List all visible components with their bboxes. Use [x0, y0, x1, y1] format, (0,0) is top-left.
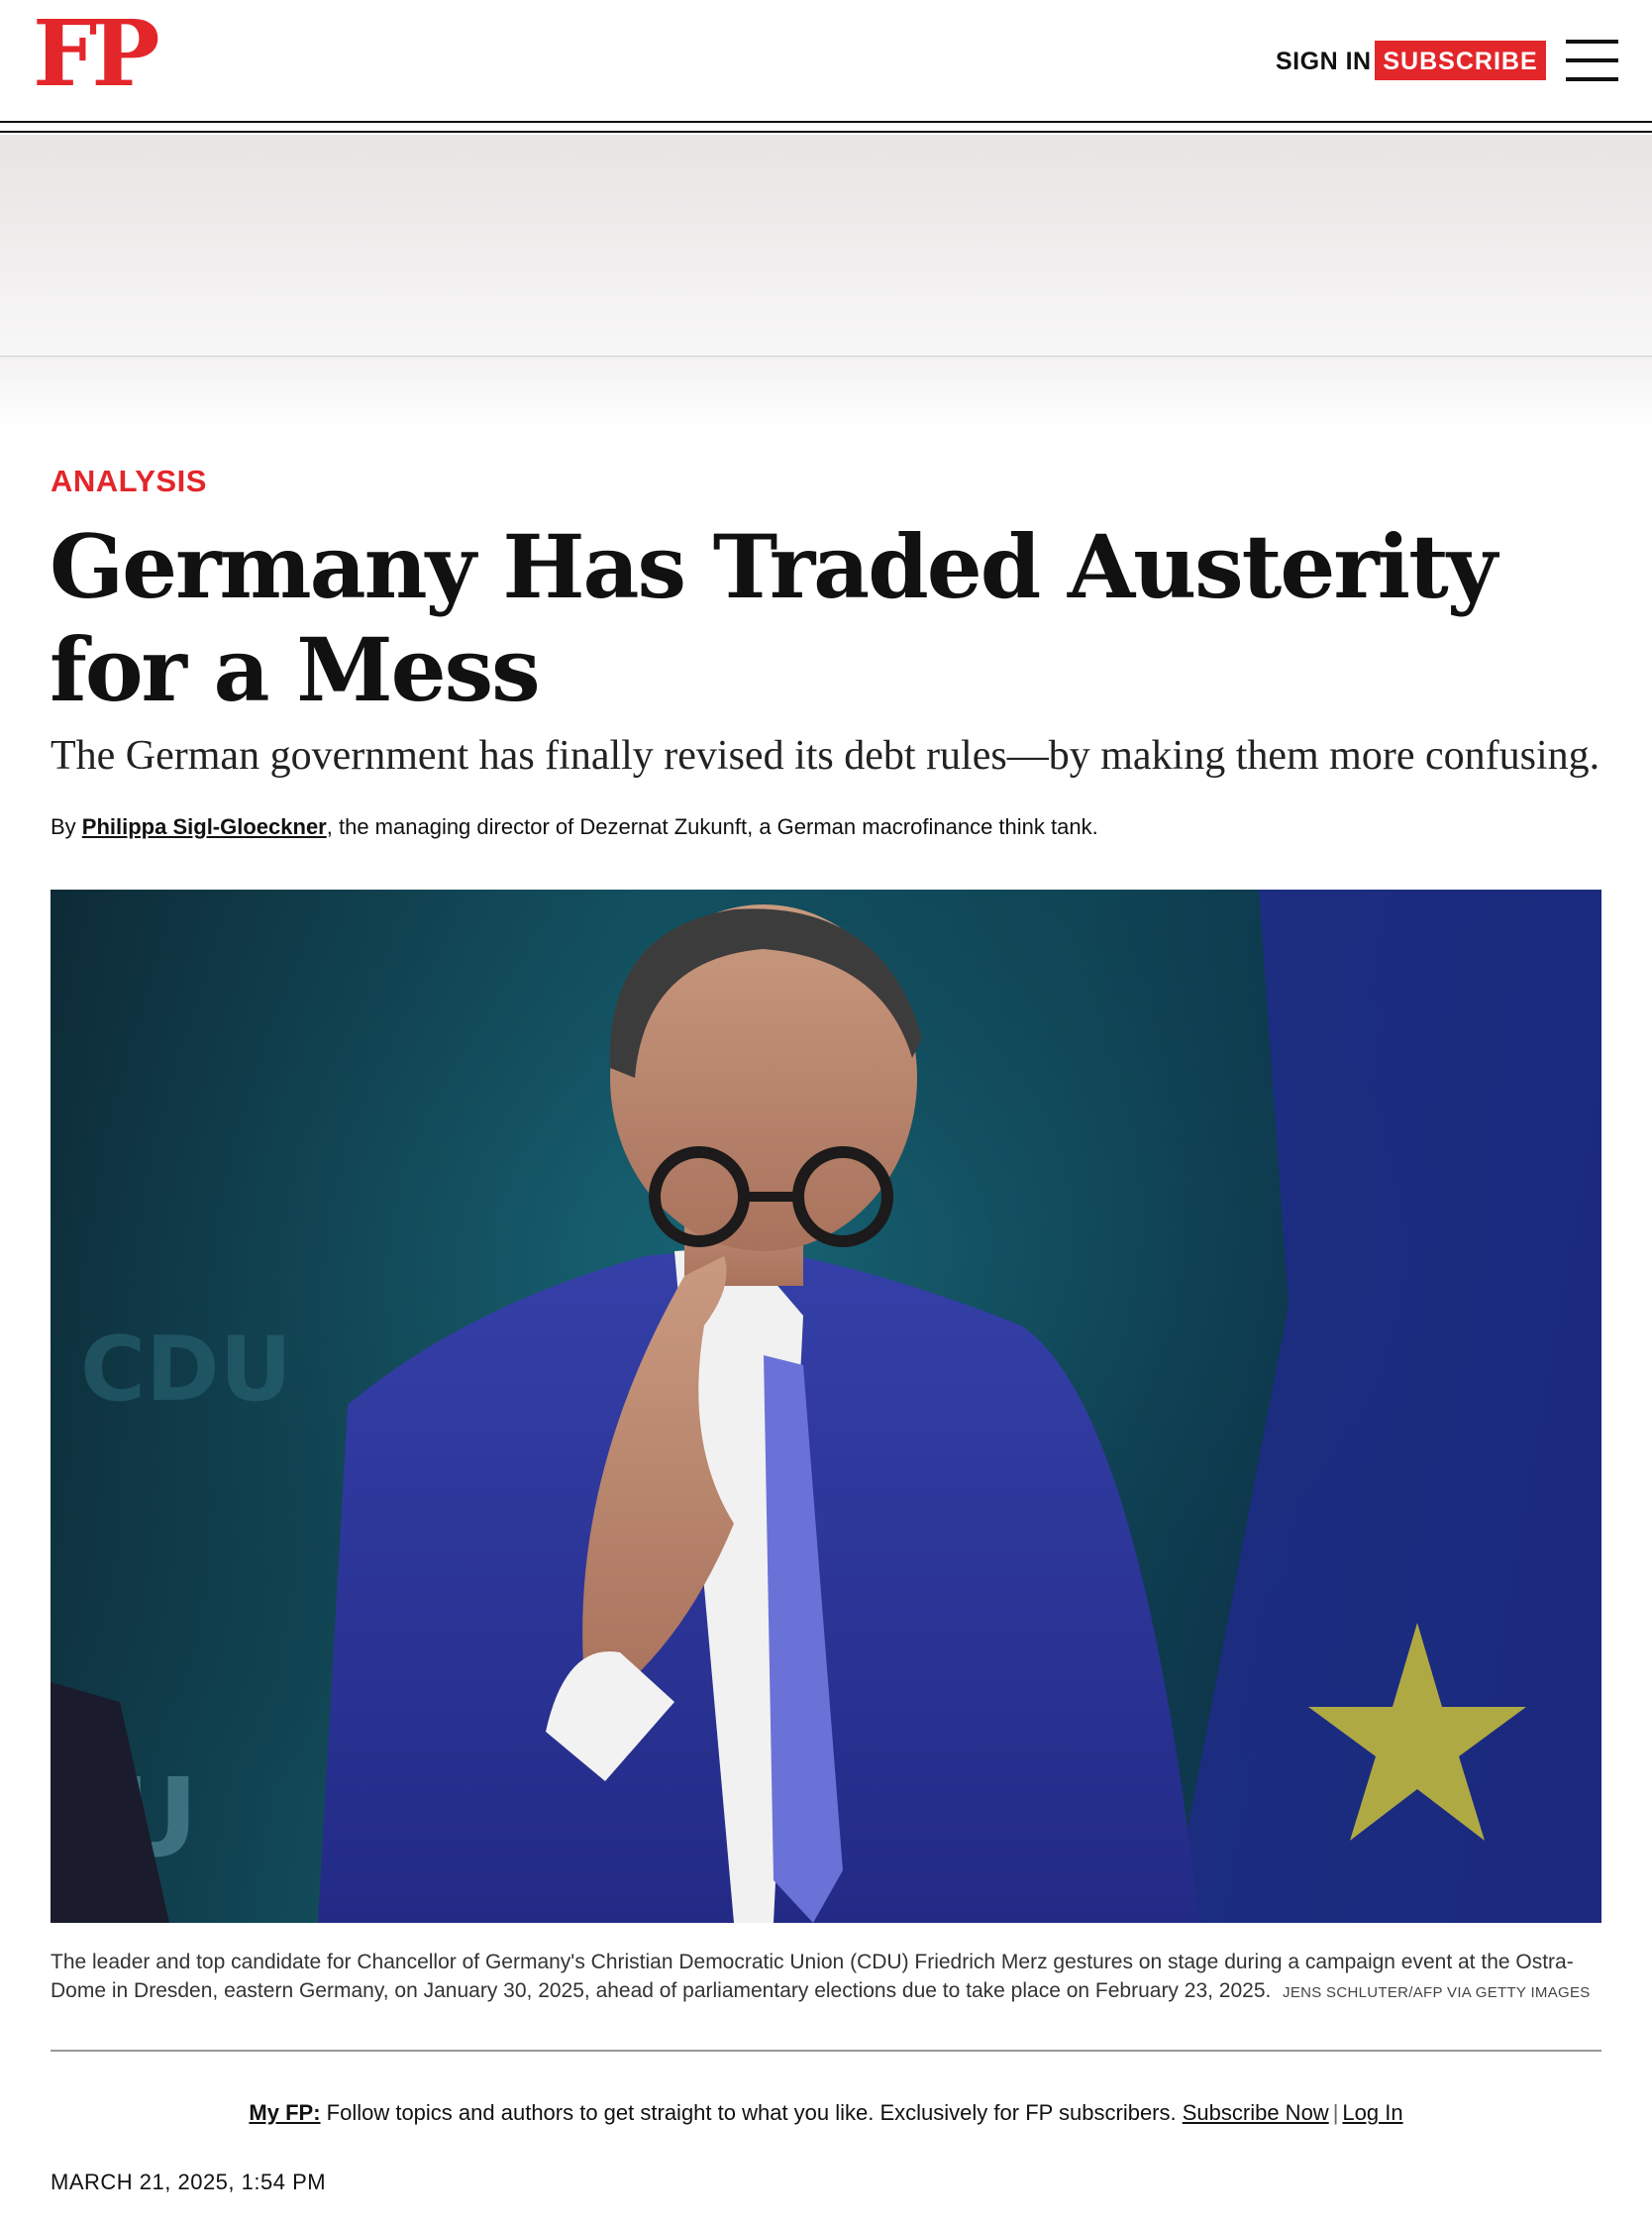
article-headline: Germany Has Traded Austerity for a Mess — [50, 515, 1497, 721]
my-fp-promo: My FP: Follow topics and authors to get … — [0, 2100, 1652, 2126]
article-kicker[interactable]: ANALYSIS — [51, 464, 207, 499]
backdrop-cdu-text: CDU — [80, 1318, 292, 1422]
fp-logo[interactable]: FP — [33, 8, 159, 99]
header-divider-secondary — [0, 131, 1652, 133]
ad-fade — [0, 357, 1652, 428]
my-fp-text: Follow topics and authors to get straigh… — [320, 2100, 1183, 2125]
article-dek: The German government has finally revise… — [51, 733, 1600, 779]
sign-in-link[interactable]: SIGN IN — [1276, 48, 1372, 76]
publish-date: MARCH 21, 2025, 1:54 PM — [51, 2170, 327, 2194]
link-separator: | — [1332, 2100, 1339, 2125]
ad-placeholder — [0, 135, 1652, 357]
subscribe-button[interactable]: SUBSCRIBE — [1375, 41, 1546, 80]
byline-prefix: By — [51, 814, 82, 839]
image-caption: The leader and top candidate for Chancel… — [51, 1948, 1601, 2007]
log-in-link[interactable]: Log In — [1342, 2100, 1402, 2125]
site-header: FP SIGN IN SUBSCRIBE — [0, 0, 1652, 123]
hero-image: CDU U — [51, 890, 1601, 1923]
caption-divider — [51, 2050, 1601, 2052]
hero-illustration: CDU U — [51, 890, 1601, 1923]
image-credit: JENS SCHLUTER/AFP VIA GETTY IMAGES — [1283, 1984, 1591, 2001]
author-description: , the managing director of Dezernat Zuku… — [326, 814, 1098, 839]
author-link[interactable]: Philippa Sigl-Gloeckner — [82, 814, 327, 839]
header-divider — [0, 121, 1652, 123]
byline: By Philippa Sigl-Gloeckner, the managing… — [51, 814, 1596, 840]
hamburger-menu-icon[interactable] — [1566, 40, 1618, 81]
my-fp-link[interactable]: My FP: — [249, 2100, 320, 2125]
subscribe-now-link[interactable]: Subscribe Now — [1183, 2100, 1329, 2125]
